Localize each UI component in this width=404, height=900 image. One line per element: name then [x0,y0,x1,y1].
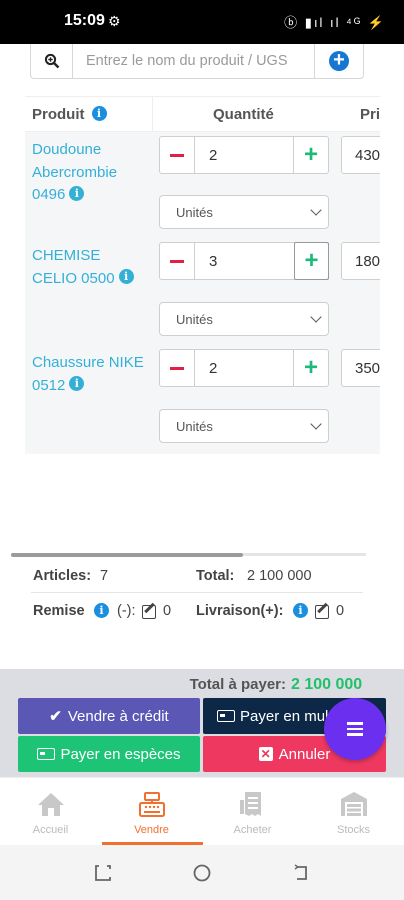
header-quantite: Quantité [213,106,274,123]
home-button-icon[interactable] [193,864,211,882]
system-navigation-bar [0,845,404,900]
info-icon[interactable]: i [69,185,85,201]
quantity-stepper: 2 + [159,349,329,387]
recent-apps-icon[interactable] [94,864,112,882]
money-icon [37,748,56,760]
search-input[interactable] [73,44,314,78]
chevron-down-icon [310,418,322,430]
remise-sign: (-): [117,603,136,619]
unit-select[interactable]: Unités [159,409,329,443]
increment-button[interactable]: + [293,350,328,386]
sell-on-credit-button[interactable]: ✔ Vendre à crédit [18,698,200,734]
info-icon[interactable]: i [293,603,308,618]
nav-item-stocks[interactable]: Stocks [303,778,404,846]
status-icons: ⓑ ▮ıl ıl ⁴ᴳ ⚡ [284,15,386,30]
articles-count: 7 [100,568,109,584]
warehouse-icon [341,792,367,816]
total-value: 2 100 000 [247,568,312,584]
cash-register-icon [139,792,165,817]
edit-icon[interactable] [142,605,156,619]
table-row: Doudoune Abercrombie 0496 i 2 + 430 Unité… [25,132,380,239]
product-name[interactable]: CHEMISE CELIO 0500 i [32,245,147,290]
header-divider [152,97,153,133]
price-input[interactable]: 180 [341,242,380,280]
remise-value[interactable]: 0 [163,603,171,619]
price-input[interactable]: 350 [341,349,380,387]
quantity-input[interactable]: 3 [195,243,294,279]
total-label: Total: [196,568,235,584]
info-icon[interactable]: i [118,269,134,285]
quantity-stepper: 2 + [159,136,329,174]
price-input[interactable]: 430 [341,136,380,174]
nav-item-acheter[interactable]: Acheter [202,778,303,846]
header-prix: Pri [360,106,380,123]
nav-label-acheter: Acheter [233,824,272,836]
sell-on-credit-label: Vendre à crédit [67,707,169,725]
nav-label-stocks: Stocks [336,824,370,836]
decrement-button[interactable] [160,350,195,386]
quantity-input[interactable]: 2 [195,350,293,386]
chevron-down-icon [310,204,322,216]
cancel-label: Annuler [278,745,331,763]
back-icon[interactable] [292,864,310,882]
info-icon[interactable]: i [94,603,109,618]
unit-select[interactable]: Unités [159,302,329,336]
receipt-icon [240,792,261,816]
check-icon: ✔ [49,708,62,725]
table-header: Produit i Quantité Pri [25,96,380,133]
nav-label-accueil: Accueil [32,824,69,836]
summary-divider [31,592,363,593]
increment-button[interactable]: + [293,137,328,173]
decrement-button[interactable] [160,137,195,173]
info-icon[interactable]: i [91,105,107,121]
horizontal-scrollbar-thumb[interactable] [11,553,243,557]
total-to-pay-label: Total à payer: [189,676,286,693]
unit-select-value: Unités [176,418,213,434]
table-row: Chaussure NIKE 0512 i 2 + 350 Unités [25,346,380,454]
nav-item-vendre[interactable]: Vendre [101,778,202,846]
card-icon [217,710,235,722]
pay-multi-label: Payer en multi [240,707,336,725]
total-to-pay-value: 2 100 000 [291,676,363,693]
unit-select-value: Unités [176,204,213,220]
product-search-bar: + [30,44,364,79]
bottom-navigation: Accueil Vendre Acheter Stocks [0,777,404,845]
nav-label-vendre: Vendre [134,824,169,836]
pay-cash-button[interactable]: Payer en espèces [18,736,200,772]
nav-item-accueil[interactable]: Accueil [0,778,101,846]
chevron-down-icon [310,311,322,323]
remise-label: Remise [33,603,85,619]
status-time: 15:09 [64,12,105,29]
home-icon [38,793,64,816]
cart-table: Produit i Quantité Pri Doudoune Abercromb… [25,96,380,456]
settings-gear-icon: ⚙ [108,13,121,29]
livraison-label: Livraison(+): [196,603,284,619]
product-name-text[interactable]: CHEMISE CELIO 0500 [32,247,115,287]
livraison-value[interactable]: 0 [336,603,344,619]
quantity-input[interactable]: 2 [195,137,293,173]
add-product-button[interactable]: + [314,44,363,78]
unit-select-value: Unités [176,311,213,327]
menu-fab-button[interactable] [324,698,386,760]
decrement-button[interactable] [160,243,195,279]
info-icon[interactable]: i [69,376,85,392]
table-row: CHEMISE CELIO 0500 i 3 + 180 Unités [25,239,380,346]
unit-select[interactable]: Unités [159,195,329,229]
product-name[interactable]: Doudoune Abercrombie 0496 i [32,139,147,207]
product-name-text[interactable]: Chaussure NIKE 0512 [32,354,144,394]
status-bar: 15:09 ⚙ ⓑ ▮ıl ıl ⁴ᴳ ⚡ [0,0,404,44]
articles-label: Articles: [33,568,92,584]
edit-icon[interactable] [315,605,329,619]
increment-button[interactable]: + [294,242,329,280]
close-icon: ✕ [258,747,273,761]
search-icon[interactable] [31,44,73,78]
product-name[interactable]: Chaussure NIKE 0512 i [32,352,147,397]
header-produit-label: Produit [32,106,85,123]
plus-circle-icon: + [329,50,349,71]
quantity-stepper: 3 + [159,242,329,280]
header-produit: Produit i [32,105,107,123]
pay-cash-label: Payer en espèces [60,745,181,763]
